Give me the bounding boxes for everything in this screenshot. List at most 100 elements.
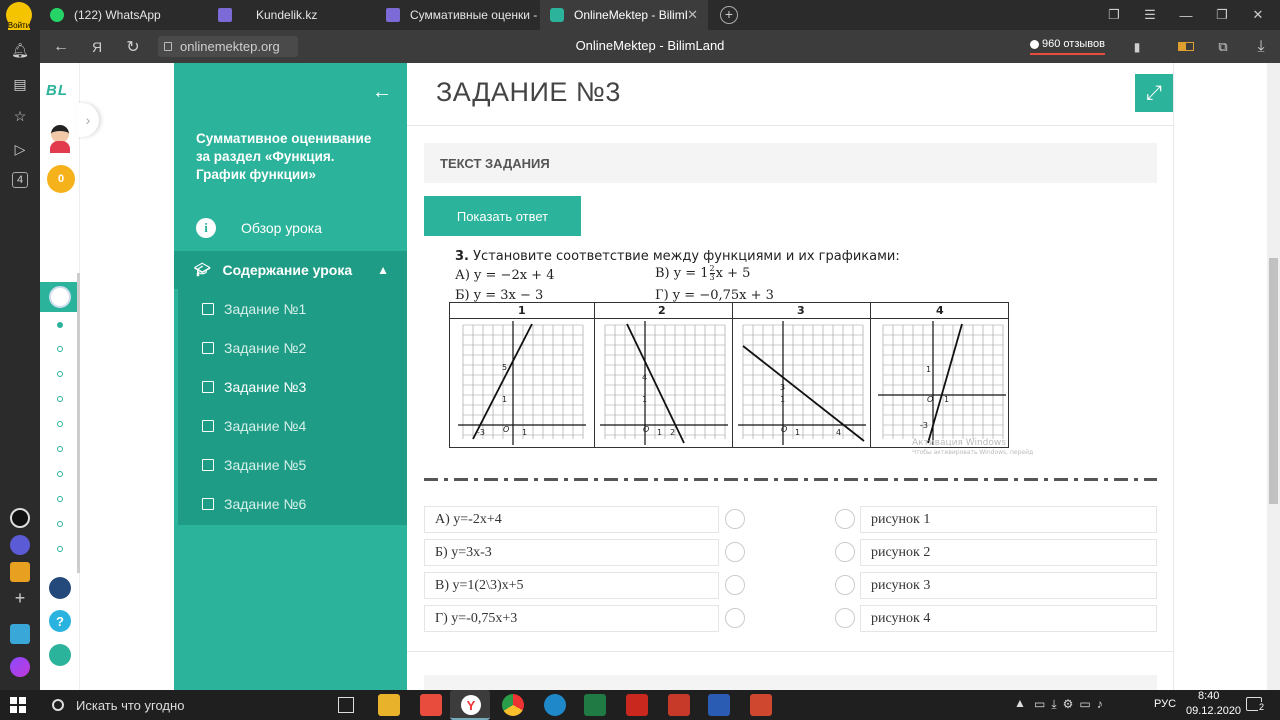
expand-rail-icon[interactable]: › xyxy=(77,103,99,137)
clock-time[interactable]: 8:40 xyxy=(1198,690,1219,702)
right-match-radio[interactable] xyxy=(835,575,855,595)
tab-label: OnlineMektep - BilimLar xyxy=(574,8,687,22)
clock-date[interactable]: 09.12.2020 xyxy=(1186,705,1241,717)
menu-icon[interactable]: ☰ xyxy=(1132,0,1168,30)
mail-icon[interactable] xyxy=(10,562,30,582)
bookmarks-icon[interactable]: ❐ xyxy=(1096,0,1132,30)
task-link[interactable]: Задание №6 xyxy=(178,484,411,523)
extensions-icon[interactable]: ⧉ xyxy=(1208,30,1238,63)
tab-kundelik[interactable]: Kundelik.kz xyxy=(208,0,376,30)
tab-summative[interactable]: Суммативные оценки - К xyxy=(376,0,540,30)
tray-chevron-icon[interactable]: ▲ xyxy=(1014,696,1026,710)
reload-icon[interactable]: ↻ xyxy=(118,30,148,63)
word-icon[interactable] xyxy=(708,694,730,716)
alice-icon[interactable] xyxy=(10,508,30,528)
avatar[interactable] xyxy=(47,123,73,153)
language-indicator[interactable]: РУС xyxy=(1154,698,1176,710)
task-link[interactable]: Задание №4 xyxy=(178,406,411,445)
windows-start-icon[interactable] xyxy=(10,697,26,713)
chrome-icon[interactable] xyxy=(502,694,524,716)
minimize-icon[interactable]: — xyxy=(1168,0,1204,30)
telegram-icon[interactable] xyxy=(10,624,30,644)
tab-onlinemektep[interactable]: OnlineMektep - BilimLar ✕ xyxy=(540,0,708,30)
rail-dot[interactable] xyxy=(57,371,63,377)
right-match-radio[interactable] xyxy=(835,542,855,562)
chat-icon xyxy=(1030,39,1039,49)
excel-icon[interactable] xyxy=(584,694,606,716)
explorer-icon[interactable] xyxy=(378,694,400,716)
left-answer[interactable]: В) y=1(2\3)x+5 xyxy=(424,572,719,599)
bilimland-logo[interactable]: BL xyxy=(46,82,68,99)
tray-icons[interactable]: ▭⤓⚙▭♪ xyxy=(1034,697,1109,712)
grid xyxy=(882,324,1004,439)
show-answer-button[interactable]: Показать ответ xyxy=(424,196,581,236)
task-link-active[interactable]: Задание №3 xyxy=(178,367,411,406)
add-icon[interactable]: + xyxy=(10,588,30,608)
right-answer[interactable]: рисунок 3 xyxy=(860,572,1157,599)
left-match-radio[interactable] xyxy=(725,542,745,562)
yandex-icon[interactable]: Я xyxy=(82,30,112,63)
media-icon[interactable] xyxy=(750,694,772,716)
task-link[interactable]: Задание №1 xyxy=(178,289,411,328)
pisa-icon[interactable] xyxy=(49,644,71,666)
right-answer[interactable]: рисунок 2 xyxy=(860,539,1157,566)
alice-assistant-icon[interactable] xyxy=(10,657,30,677)
left-answer[interactable]: Б) y=3x-3 xyxy=(424,539,719,566)
address-bar: ← Я ↻ onlinemektep.org OnlineMektep - Bi… xyxy=(0,30,1280,63)
tab-whatsapp[interactable]: (122) WhatsApp xyxy=(40,0,208,30)
login-button[interactable]: Войти xyxy=(6,2,32,30)
task-link[interactable]: Задание №2 xyxy=(178,328,411,367)
close-icon[interactable]: ✕ xyxy=(687,7,698,23)
bookmark-icon[interactable]: ▮ xyxy=(1122,30,1152,63)
edge-icon[interactable] xyxy=(544,694,566,716)
bell-icon[interactable]: 🔔︎ xyxy=(10,40,30,60)
rail-dot[interactable] xyxy=(57,346,63,352)
play-icon[interactable]: ▷ xyxy=(10,139,30,159)
page-scrollbar[interactable] xyxy=(1267,63,1280,690)
rail-dot[interactable] xyxy=(57,421,63,427)
left-match-radio[interactable] xyxy=(725,608,745,628)
scrollbar-thumb[interactable] xyxy=(1269,258,1278,504)
rail-active-item[interactable] xyxy=(40,282,80,312)
acrobat-icon[interactable] xyxy=(626,694,648,716)
left-match-radio[interactable] xyxy=(725,575,745,595)
close-window-icon[interactable]: ✕ xyxy=(1240,0,1276,30)
rail-scrollbar[interactable] xyxy=(77,273,80,573)
messenger-icon[interactable] xyxy=(10,535,30,555)
taskbar-search[interactable]: Искать что угодно xyxy=(40,690,330,720)
maximize-icon[interactable]: ❐ xyxy=(1204,0,1240,30)
right-answer[interactable]: рисунок 1 xyxy=(860,506,1157,533)
collections-icon[interactable]: ▤ xyxy=(10,74,30,94)
task-link[interactable]: Задание №5 xyxy=(178,445,411,484)
download-icon[interactable]: ⤓ xyxy=(1246,30,1276,63)
new-tab-icon[interactable]: + xyxy=(720,6,738,24)
rail-dot[interactable] xyxy=(57,546,63,552)
right-match-radio[interactable] xyxy=(835,509,855,529)
rail-dot[interactable] xyxy=(57,446,63,452)
right-match-radio[interactable] xyxy=(835,608,855,628)
rail-dot[interactable] xyxy=(57,496,63,502)
rail-dot-filled[interactable] xyxy=(57,322,63,328)
collapse-sidebar-icon[interactable]: ← xyxy=(372,81,392,104)
left-match-radio[interactable] xyxy=(725,509,745,529)
contents-toggle[interactable]: 🎓︎ Содержание урока ▲ xyxy=(174,251,407,289)
rail-dot[interactable] xyxy=(57,396,63,402)
smart-icon[interactable] xyxy=(49,577,71,599)
books-icon[interactable] xyxy=(668,694,690,716)
task-view-icon[interactable] xyxy=(338,697,354,713)
help-icon[interactable]: ? xyxy=(49,610,71,632)
sidebar-badge[interactable]: 4 xyxy=(12,172,28,188)
back-icon[interactable]: ← xyxy=(46,30,76,63)
fullscreen-button[interactable]: ⤢ xyxy=(1135,74,1173,112)
coins-badge[interactable]: 0 xyxy=(47,165,75,193)
overview-link[interactable]: i Обзор урока xyxy=(174,208,407,248)
rail-dot[interactable] xyxy=(57,521,63,527)
left-answer[interactable]: Г) y=-0,75x+3 xyxy=(424,605,719,632)
left-answer[interactable]: А) y=-2x+4 xyxy=(424,506,719,533)
yandex-browser-icon[interactable] xyxy=(420,694,442,716)
rail-dot[interactable] xyxy=(57,471,63,477)
star-icon[interactable]: ☆ xyxy=(10,106,30,126)
reviews-button[interactable]: 960 отзывов xyxy=(1030,35,1105,55)
url-field[interactable]: onlinemektep.org xyxy=(158,36,298,57)
right-answer[interactable]: рисунок 4 xyxy=(860,605,1157,632)
